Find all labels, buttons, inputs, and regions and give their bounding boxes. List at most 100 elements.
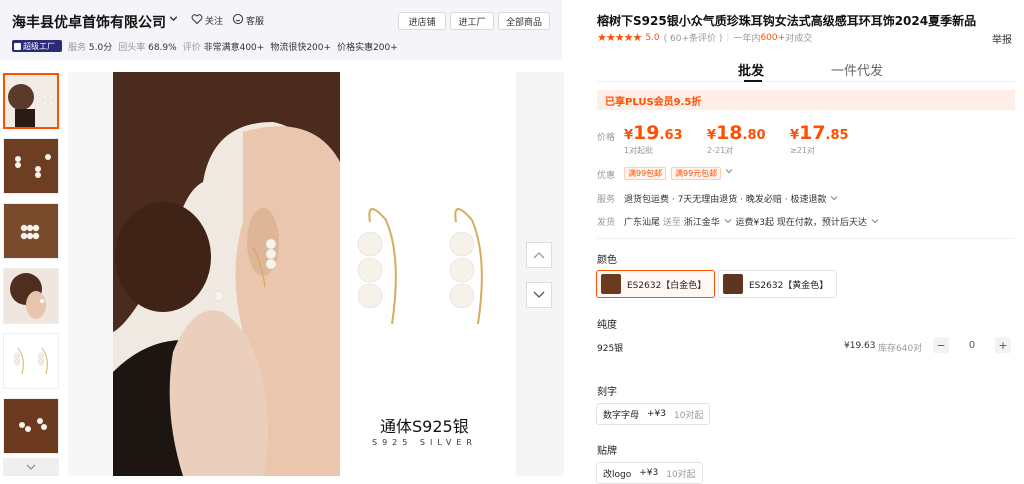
divider bbox=[597, 238, 1015, 239]
stat-label: 服务 bbox=[68, 43, 87, 53]
stat-return-rate: 回头率 68.9% bbox=[118, 40, 176, 53]
heart-icon bbox=[191, 13, 203, 28]
image-title-zh: 通体S925银 bbox=[380, 417, 469, 436]
price-integer: 19 bbox=[633, 122, 660, 144]
color-option-yellow-gold[interactable]: ES2632【黄金色】 bbox=[718, 270, 838, 298]
shipping-dest[interactable]: 浙江金华 bbox=[684, 218, 720, 228]
image-nav bbox=[517, 72, 561, 476]
chevron-down-icon[interactable] bbox=[168, 13, 179, 27]
active-tab-indicator bbox=[744, 80, 762, 82]
thumbnail-5[interactable] bbox=[3, 333, 59, 389]
service-label: 服务 bbox=[597, 195, 616, 205]
quantity-input[interactable]: 0 bbox=[960, 340, 984, 351]
model-photo bbox=[113, 72, 340, 476]
tag-section-title: 贴牌 bbox=[597, 446, 617, 457]
thumbnail-1[interactable] bbox=[3, 73, 59, 129]
stat-label: 回头率 bbox=[118, 43, 146, 53]
review-count[interactable]: ( 60+条评价 ) bbox=[664, 31, 723, 44]
engraving-section-title: 刻字 bbox=[597, 387, 617, 398]
price-condition: ≥21对 bbox=[790, 146, 815, 155]
service-guarantees[interactable]: 退货包运费 · 7天无理由退货 · 晚发必赔 · 极速退款 bbox=[624, 192, 839, 206]
price-condition: 2-21对 bbox=[707, 146, 734, 155]
currency-symbol: ¥ bbox=[790, 128, 800, 143]
image-prev-button[interactable] bbox=[526, 242, 552, 268]
image-next-button[interactable] bbox=[526, 282, 552, 308]
price-integer: 18 bbox=[716, 122, 743, 144]
option-label: ES2632【白金色】 bbox=[627, 280, 707, 291]
price-integer: 17 bbox=[799, 122, 826, 144]
chevron-down-icon[interactable] bbox=[724, 166, 734, 179]
service-label: 客服 bbox=[246, 17, 265, 27]
shipping-label: 发货 bbox=[597, 218, 616, 228]
star-rating: ★★★★★ bbox=[597, 31, 642, 44]
color-section-title: 颜色 bbox=[597, 255, 617, 266]
enter-factory-button[interactable]: 进工厂 bbox=[450, 12, 494, 30]
addon-name: 改logo bbox=[603, 469, 632, 480]
tab-dropship[interactable]: 一件代发 bbox=[831, 60, 883, 79]
service-text: 退货包运费 · 7天无理由退货 · 晚发必赔 · 极速退款 bbox=[624, 195, 827, 205]
image-title-en: S925 SILVER bbox=[372, 438, 477, 447]
tab-wholesale[interactable]: 批发 bbox=[738, 60, 764, 79]
thumbnail-scroll-down[interactable] bbox=[3, 458, 59, 476]
plus-member-banner: 已享PLUS会员9.5折 bbox=[597, 90, 1015, 110]
price-condition: 1对起批 bbox=[624, 146, 654, 155]
badge-label: 超级工厂 bbox=[23, 41, 55, 51]
price-tier-2: ¥18.80 2-21对 bbox=[707, 122, 766, 156]
option-label: ES2632【黄金色】 bbox=[749, 280, 829, 291]
thumbnail-2[interactable] bbox=[3, 138, 59, 194]
price-tier-1: ¥19.63 1对起批 bbox=[624, 122, 683, 156]
chevron-down-icon bbox=[26, 461, 36, 474]
custom-logo-option[interactable]: 改logo +¥3 10对起 bbox=[596, 462, 703, 484]
stat-value: 非常满意400+ bbox=[203, 43, 265, 53]
shipping-to: 送至 bbox=[662, 218, 681, 228]
stat-service: 服务 5.0分 bbox=[68, 40, 112, 53]
price-decimal: .85 bbox=[825, 128, 849, 143]
all-products-button[interactable]: 全部商品 bbox=[498, 12, 550, 30]
rating-score: 5.0 bbox=[645, 32, 660, 43]
currency-symbol: ¥ bbox=[707, 128, 717, 143]
stat-value: 68.9% bbox=[148, 43, 177, 53]
stat-value: 5.0分 bbox=[88, 43, 113, 53]
quantity-increase-button[interactable]: + bbox=[995, 337, 1011, 353]
addon-min: 10对起 bbox=[674, 410, 704, 421]
swatch-image bbox=[601, 274, 621, 294]
stat-review: 评价 非常满意400+ bbox=[183, 40, 265, 53]
factory-icon bbox=[14, 42, 21, 50]
enter-store-button[interactable]: 进店铺 bbox=[398, 12, 446, 30]
follow-label: 关注 bbox=[205, 17, 224, 27]
shipping-info: 广东汕尾 送至 浙江金华 运费¥3起 现在付款，预计后天达 bbox=[624, 215, 880, 229]
purity-item: 925银 bbox=[597, 344, 624, 354]
store-name[interactable]: 海丰县优卓首饰有限公司 bbox=[12, 12, 166, 32]
color-option-white-gold[interactable]: ES2632【白金色】 bbox=[596, 270, 716, 298]
shipping-origin: 广东汕尾 bbox=[624, 218, 661, 228]
addon-price: +¥3 bbox=[647, 409, 667, 419]
sales-prefix: 一年内 bbox=[733, 34, 761, 44]
coupon-badge[interactable]: 满99元包邮 bbox=[671, 167, 722, 180]
stat-price: 价格实惠200+ bbox=[337, 43, 398, 53]
sales-count: 600+ bbox=[760, 32, 786, 43]
headset-icon bbox=[232, 13, 244, 28]
shipping-eta: 现在付款，预计后天达 bbox=[776, 218, 867, 228]
purchase-tabs bbox=[597, 56, 1015, 82]
thumbnail-3[interactable] bbox=[3, 203, 59, 259]
thumbnail-4[interactable] bbox=[3, 268, 59, 324]
follow-button[interactable]: 关注 bbox=[191, 13, 223, 28]
coupon-badge[interactable]: 满99包邮 bbox=[624, 167, 667, 180]
addon-price: +¥3 bbox=[639, 468, 659, 478]
price-decimal: .63 bbox=[659, 128, 683, 143]
swatch-image bbox=[723, 274, 743, 294]
stat-label: 评价 bbox=[182, 43, 201, 53]
report-link[interactable]: 举报 bbox=[992, 31, 1012, 46]
thumbnail-6[interactable] bbox=[3, 398, 59, 454]
stat-logistics: 物流很快200+ bbox=[270, 43, 332, 53]
price-tier-3: ¥17.85 ≥21对 bbox=[790, 122, 849, 156]
quantity-decrease-button[interactable]: − bbox=[933, 337, 949, 353]
engraving-option[interactable]: 数字字母 +¥3 10对起 bbox=[596, 403, 711, 425]
currency-symbol: ¥ bbox=[624, 128, 634, 143]
customer-service-button[interactable]: 客服 bbox=[232, 13, 264, 28]
chevron-down-icon bbox=[533, 288, 545, 302]
shipping-fee: 运费¥3起 bbox=[735, 218, 774, 228]
rating-row: ★★★★★ 5.0 ( 60+条评价 ) | 一年内 600+ 对成交 bbox=[597, 31, 813, 44]
price-decimal: .80 bbox=[742, 128, 766, 143]
chevron-up-icon bbox=[533, 248, 545, 262]
